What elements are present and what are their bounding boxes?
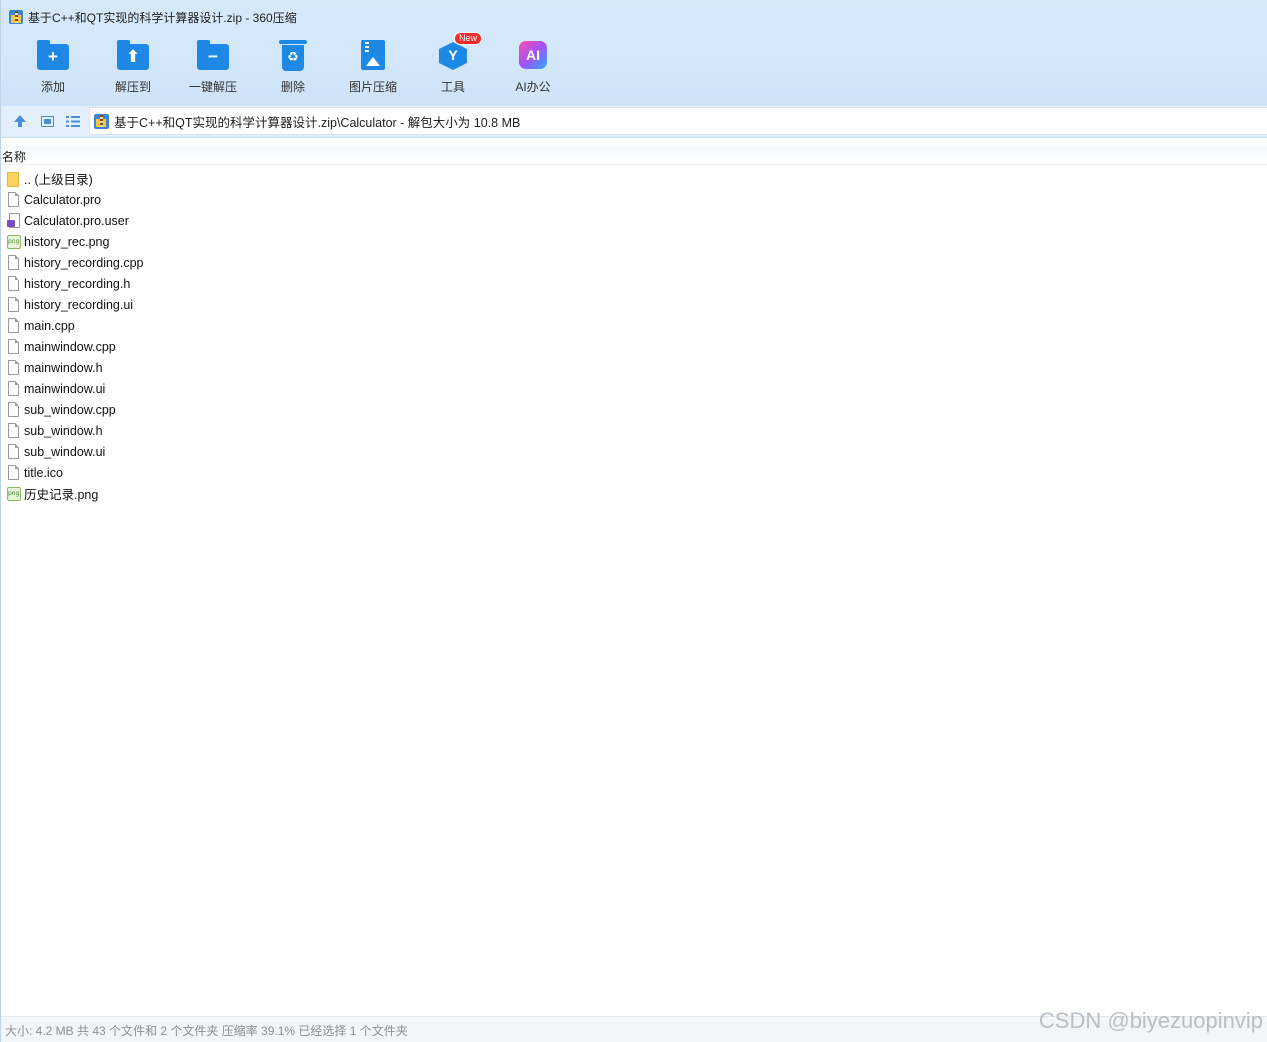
list-item[interactable]: history_rec.png bbox=[1, 231, 144, 252]
ai-office-button[interactable]: AI AI办公 bbox=[493, 34, 573, 98]
one-click-extract-icon: − bbox=[197, 40, 229, 70]
folder-icon bbox=[7, 171, 19, 187]
file-name: sub_window.ui bbox=[24, 444, 106, 459]
file-name: main.cpp bbox=[24, 318, 75, 333]
ai-office-label: AI办公 bbox=[515, 80, 551, 94]
file-name: Calculator.pro.user bbox=[24, 213, 129, 228]
list-item[interactable]: mainwindow.ui bbox=[1, 378, 144, 399]
file-name: history_rec.png bbox=[24, 234, 110, 249]
file-name: history_recording.h bbox=[24, 276, 131, 291]
file-icon bbox=[8, 254, 19, 270]
column-header-name[interactable]: 名称 bbox=[1, 146, 1267, 165]
delete-label: 删除 bbox=[280, 80, 305, 94]
title-and-toolbar: 基于C++和QT实现的科学计算器设计.zip - 360压缩 + 添加 ⬆ 解压… bbox=[1, 0, 1267, 106]
file-name: history_recording.cpp bbox=[24, 255, 144, 270]
file-icon bbox=[8, 338, 19, 354]
tools-button[interactable]: Y New 工具 bbox=[413, 32, 493, 98]
png-icon bbox=[7, 234, 21, 249]
file-icon bbox=[8, 296, 19, 312]
list-item[interactable]: sub_window.ui bbox=[1, 441, 144, 462]
add-label: 添加 bbox=[40, 80, 65, 94]
file-icon bbox=[8, 191, 19, 207]
ai-office-icon: AI bbox=[519, 41, 547, 69]
list-item-parent-dir[interactable]: .. (上级目录) bbox=[1, 168, 144, 189]
list-item[interactable]: Calculator.pro bbox=[1, 189, 144, 210]
recycle-bin-icon: ♻ bbox=[279, 40, 307, 71]
add-button[interactable]: + 添加 bbox=[13, 34, 93, 98]
image-compress-icon bbox=[361, 40, 385, 70]
list-item[interactable]: history_recording.h bbox=[1, 273, 144, 294]
navigation-bar: 基于C++和QT实现的科学计算器设计.zip\Calculator - 解包大小… bbox=[1, 106, 1267, 138]
arrow-up-icon bbox=[14, 114, 26, 127]
column-name-label: 名称 bbox=[2, 150, 27, 164]
zip-archive-icon bbox=[9, 10, 23, 24]
file-icon bbox=[8, 317, 19, 333]
list-item[interactable]: history_recording.ui bbox=[1, 294, 144, 315]
tools-label: 工具 bbox=[440, 80, 465, 94]
list-item[interactable]: title.ico bbox=[1, 462, 144, 483]
archive-window: 基于C++和QT实现的科学计算器设计.zip - 360压缩 + 添加 ⬆ 解压… bbox=[0, 0, 1267, 1042]
preview-icon bbox=[40, 115, 54, 127]
new-badge: New bbox=[454, 32, 483, 45]
file-name: mainwindow.h bbox=[24, 360, 103, 375]
extract-to-button[interactable]: ⬆ 解压到 bbox=[93, 34, 173, 98]
image-compress-button[interactable]: 图片压缩 bbox=[333, 34, 413, 98]
file-icon bbox=[8, 443, 19, 459]
file-name: history_recording.ui bbox=[24, 297, 134, 312]
file-name: 历史记录.png bbox=[24, 488, 99, 502]
zip-archive-icon bbox=[94, 113, 109, 129]
watermark: CSDN @biyezuopinvip bbox=[1038, 1008, 1263, 1033]
list-item[interactable]: sub_window.h bbox=[1, 420, 144, 441]
window-title: 基于C++和QT实现的科学计算器设计.zip - 360压缩 bbox=[28, 10, 297, 25]
file-name: sub_window.cpp bbox=[24, 402, 116, 417]
list-view-button[interactable] bbox=[65, 113, 81, 129]
one-click-extract-button[interactable]: − 一键解压 bbox=[173, 34, 253, 98]
file-icon bbox=[8, 359, 19, 375]
extract-to-icon: ⬆ bbox=[117, 40, 149, 70]
preview-view-button[interactable] bbox=[39, 113, 55, 129]
address-bar[interactable]: 基于C++和QT实现的科学计算器设计.zip\Calculator - 解包大小… bbox=[89, 107, 1267, 135]
list-item[interactable]: main.cpp bbox=[1, 315, 144, 336]
file-name: .. (上级目录) bbox=[24, 173, 93, 187]
delete-button[interactable]: ♻ 删除 bbox=[253, 34, 333, 98]
up-directory-button[interactable] bbox=[12, 113, 28, 129]
list-view-icon bbox=[66, 115, 80, 127]
list-item[interactable]: history_recording.cpp bbox=[1, 252, 144, 273]
main-toolbar: + 添加 ⬆ 解压到 − 一键解压 ♻ 删除 图片压缩 Y New 工具 AI … bbox=[13, 32, 573, 98]
title-bar: 基于C++和QT实现的科学计算器设计.zip - 360压缩 bbox=[9, 8, 297, 26]
user-file-icon bbox=[7, 212, 20, 228]
file-name: title.ico bbox=[24, 465, 63, 480]
list-item[interactable]: Calculator.pro.user bbox=[1, 210, 144, 231]
file-name: mainwindow.ui bbox=[24, 381, 106, 396]
file-icon bbox=[8, 401, 19, 417]
list-item[interactable]: mainwindow.h bbox=[1, 357, 144, 378]
file-icon bbox=[8, 380, 19, 396]
status-text: 大小: 4.2 MB 共 43 个文件和 2 个文件夹 压缩率 39.1% 已经… bbox=[5, 1024, 408, 1038]
list-item[interactable]: sub_window.cpp bbox=[1, 399, 144, 420]
file-list: 名称 .. (上级目录) Calculator.pro Calculator.p… bbox=[1, 146, 1267, 1014]
file-name: mainwindow.cpp bbox=[24, 339, 116, 354]
one-click-extract-label: 一键解压 bbox=[188, 80, 237, 94]
address-path: 基于C++和QT实现的科学计算器设计.zip\Calculator - 解包大小… bbox=[114, 115, 521, 130]
file-name: Calculator.pro bbox=[24, 192, 102, 207]
extract-to-label: 解压到 bbox=[114, 80, 151, 94]
list-item[interactable]: mainwindow.cpp bbox=[1, 336, 144, 357]
add-folder-icon: + bbox=[37, 40, 69, 70]
file-rows: .. (上级目录) Calculator.pro Calculator.pro.… bbox=[1, 168, 144, 504]
file-icon bbox=[8, 464, 19, 480]
file-icon bbox=[8, 275, 19, 291]
png-icon bbox=[7, 486, 21, 501]
file-name: sub_window.h bbox=[24, 423, 103, 438]
list-item[interactable]: 历史记录.png bbox=[1, 483, 144, 504]
file-icon bbox=[8, 422, 19, 438]
image-compress-label: 图片压缩 bbox=[348, 80, 397, 94]
